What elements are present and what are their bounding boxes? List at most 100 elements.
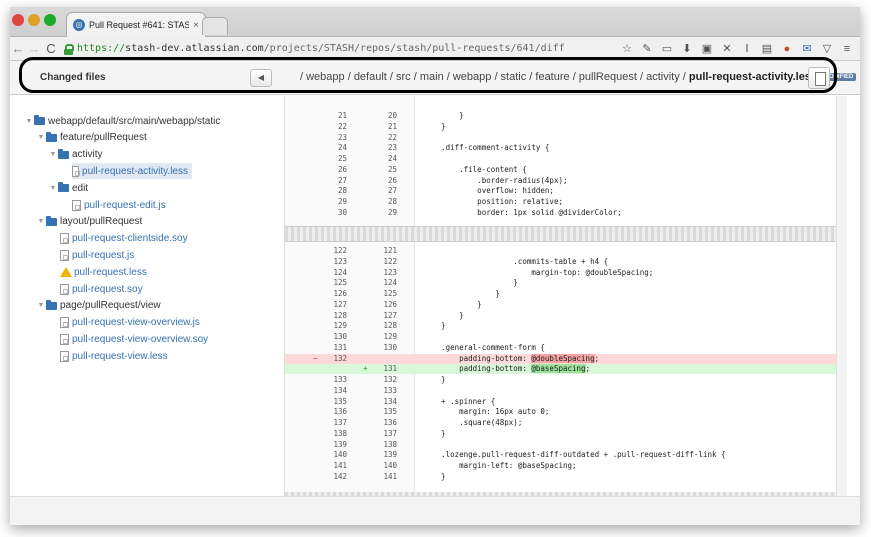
tab-close-icon[interactable]: × <box>193 20 199 31</box>
pin-icon[interactable]: ✕ <box>720 42 734 56</box>
address-bar[interactable]: https://stash-dev.atlassian.com/projects… <box>77 43 620 54</box>
diff-scrollbar[interactable] <box>836 96 847 496</box>
diff-context-line[interactable]: 126 125 } <box>285 289 837 299</box>
chevron-down-icon[interactable]: ▼ <box>24 118 34 125</box>
diff-context-line[interactable]: 133 132 } <box>285 375 837 385</box>
old-line-number: 138 <box>333 428 347 438</box>
minimize-window-button[interactable] <box>28 14 40 26</box>
info-icon[interactable]: Ⅰ <box>740 42 754 56</box>
url-scheme: https:// <box>77 43 126 54</box>
tree-folder[interactable]: ▼ layout/pullRequest <box>36 214 142 230</box>
diff-context-line[interactable]: 128 127 } <box>285 311 837 321</box>
tree-folder[interactable]: ▼ webapp/default/src/main/webapp/static <box>24 113 220 129</box>
folder-icon <box>46 215 57 226</box>
chevron-down-icon[interactable]: ▼ <box>48 151 58 158</box>
forward-button[interactable]: → <box>26 41 42 56</box>
diff-context-line[interactable]: 134 133 <box>285 386 837 396</box>
diff-context-line[interactable]: 21 20 } <box>285 111 837 121</box>
diff-removed-line[interactable]: − 132 padding-bottom: @doubleSpacing; <box>285 353 837 364</box>
diff-context-line[interactable]: 25 24 <box>285 154 837 164</box>
extension-icon[interactable]: ▣ <box>700 42 714 56</box>
tree-file[interactable]: pull-request-edit.js <box>72 197 166 213</box>
diff-context-line[interactable]: 27 26 .border-radius(4px); <box>285 176 837 186</box>
diff-context-line[interactable]: 137 136 .square(48px); <box>285 418 837 428</box>
view-file-button[interactable] <box>808 67 830 89</box>
tree-file[interactable]: pull-request.soy <box>60 281 143 297</box>
tree-folder[interactable]: ▼ feature/pullRequest <box>36 130 147 146</box>
diff-context-line[interactable]: 135 134 + .spinner { <box>285 397 837 407</box>
old-line-number: 25 <box>337 154 347 163</box>
back-button[interactable]: ← <box>10 41 26 56</box>
chevron-down-icon[interactable]: ▼ <box>36 134 46 141</box>
tree-file[interactable]: pull-request.js <box>60 247 134 263</box>
pocket-icon[interactable]: ▽ <box>820 42 834 56</box>
chevron-down-icon[interactable]: ▼ <box>36 218 46 225</box>
tree-item-label: activity <box>72 149 103 161</box>
chevron-down-icon[interactable]: ▼ <box>36 302 46 309</box>
zoom-window-button[interactable] <box>44 14 56 26</box>
tree-file[interactable]: pull-request-activity.less <box>72 163 192 180</box>
menu-icon[interactable]: ≡ <box>840 42 854 56</box>
code-line: padding-bottom: @baseSpacing; <box>423 364 590 374</box>
chevron-down-icon[interactable]: ▼ <box>48 185 58 192</box>
tree-folder[interactable]: ▼ page/pullRequest/view <box>36 298 161 314</box>
new-line-number: 21 <box>387 121 397 131</box>
reload-button[interactable]: C <box>42 41 60 56</box>
browser-tab[interactable]: ◎ Pull Request #641: STASHDEV × <box>66 12 206 37</box>
diff-context-line[interactable]: 141 140 margin-left: @baseSpacing; <box>285 461 837 471</box>
wrench-icon[interactable]: ✎ <box>640 42 654 56</box>
hunk-separator[interactable] <box>285 226 837 242</box>
browser-window: ◎ Pull Request #641: STASHDEV × ← → C ht… <box>10 7 860 525</box>
code-line: .border-radius(4px); <box>423 175 568 185</box>
bookmark-icon[interactable]: ▭ <box>660 42 674 56</box>
code-line: margin: 16px auto 0; <box>423 407 550 417</box>
diff-context-line[interactable]: 127 126 } <box>285 300 837 310</box>
diff-context-line[interactable]: 24 23 .diff-comment-activity { <box>285 143 837 153</box>
diff-context-line[interactable]: 22 21 } <box>285 122 837 132</box>
new-tab-button[interactable] <box>202 17 228 35</box>
tab-title: Pull Request #641: STASHDEV <box>89 20 190 30</box>
diff-context-line[interactable]: 140 139 .lozenge.pull-request-diff-outdat… <box>285 450 837 460</box>
diff-context-line[interactable]: 142 141 } <box>285 472 837 482</box>
old-line-number: 26 <box>337 164 347 174</box>
code-line: .square(48px); <box>423 418 523 427</box>
diff-context-line[interactable]: 139 138 <box>285 440 837 450</box>
collapse-tree-button[interactable]: ◀ <box>250 69 272 87</box>
tree-file[interactable]: pull-request-view-overview.soy <box>60 331 208 347</box>
mail-icon[interactable]: ✉ <box>800 42 814 56</box>
tree-file[interactable]: pull-request.less <box>60 264 147 280</box>
new-line-number: 27 <box>387 186 397 196</box>
diff-context-line[interactable]: 129 128 } <box>285 321 837 331</box>
close-window-button[interactable] <box>12 14 24 26</box>
code-text: ; <box>594 353 600 363</box>
old-line-number: 141 <box>333 461 347 470</box>
diff-context-line[interactable]: 29 28 position: relative; <box>285 197 837 207</box>
diff-context-line[interactable]: 131 130 .general-comment-form { <box>285 343 837 353</box>
tree-file[interactable]: pull-request-view-overview.js <box>60 315 200 331</box>
diff-context-line[interactable]: 30 29 border: 1px solid @dividerColor; <box>285 208 837 218</box>
new-line-number: 25 <box>387 164 397 174</box>
diff-context-line[interactable]: 123 122 .commits-table + h4 { <box>285 257 837 267</box>
tree-folder[interactable]: ▼ activity <box>48 147 103 163</box>
diff-added-line[interactable]: +131 padding-bottom: @baseSpacing; <box>285 364 837 375</box>
diff-context-line[interactable]: 26 25 .file-content { <box>285 165 837 175</box>
diff-context-line[interactable]: 28 27 overflow: hidden; <box>285 186 837 196</box>
tree-file[interactable]: pull-request-view.less <box>60 348 168 364</box>
diff-header: Changed files ◀ / webapp / default / src… <box>10 61 860 95</box>
download-icon[interactable]: ⬇ <box>680 42 694 56</box>
tree-file[interactable]: pull-request-clientside.soy <box>60 231 188 247</box>
diff-context-line[interactable]: 124 123 margin-top: @doubleSpacing; <box>285 268 837 278</box>
diff-context-line[interactable]: 125 124 } <box>285 278 837 288</box>
diff-context-line[interactable]: 130 129 <box>285 332 837 342</box>
flame-icon[interactable]: ● <box>780 42 794 56</box>
diff-marker: + <box>363 364 368 374</box>
diff-context-line[interactable]: 23 22 <box>285 133 837 143</box>
printer-icon[interactable]: ▤ <box>760 42 774 56</box>
diff-context-line[interactable]: 138 137 } <box>285 429 837 439</box>
diff-context-line[interactable]: 136 135 margin: 16px auto 0; <box>285 407 837 417</box>
tree-folder[interactable]: ▼ edit <box>48 180 88 196</box>
file-icon <box>72 165 81 177</box>
diff-context-line[interactable]: 122 121 <box>285 246 837 256</box>
star-icon[interactable]: ☆ <box>620 42 634 56</box>
code-line: margin-top: @doubleSpacing; <box>423 267 654 277</box>
